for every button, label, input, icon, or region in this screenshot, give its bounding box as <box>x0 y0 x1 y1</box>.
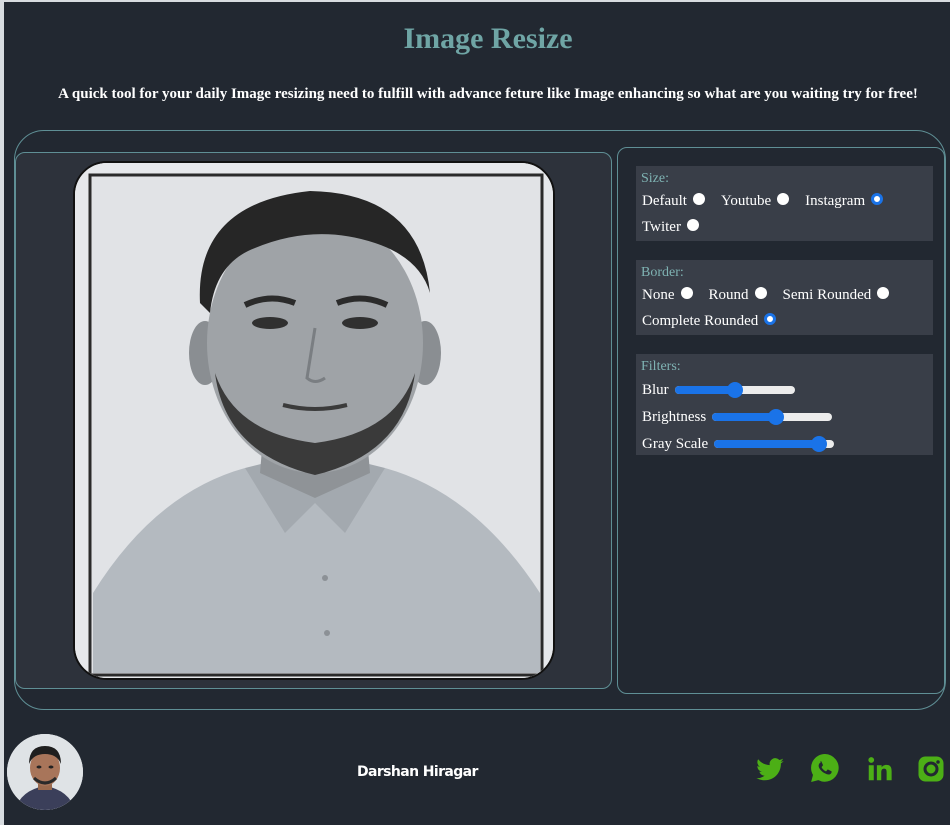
grayscale-slider[interactable] <box>714 436 835 452</box>
grayscale-label: Gray Scale <box>642 435 709 452</box>
size-option-twiter[interactable]: Twiter <box>642 217 699 237</box>
blur-label: Blur <box>642 381 669 398</box>
border-radio-round[interactable] <box>754 287 767 299</box>
border-radio-none[interactable] <box>680 287 693 299</box>
filters-group: Filters: Blur Brightness Gray Scale <box>636 354 933 455</box>
brightness-label: Brightness <box>642 408 707 425</box>
instagram-icon[interactable] <box>916 754 946 784</box>
border-options: None Round Semi Rounded Complete Rounded <box>642 285 927 337</box>
whatsapp-icon[interactable] <box>809 752 841 784</box>
blur-slider[interactable] <box>674 382 795 398</box>
grayscale-row: Gray Scale <box>642 432 927 456</box>
size-group: Size: Default Youtube Instagram Twiter <box>636 166 933 241</box>
border-label: Border: <box>641 265 684 280</box>
border-group: Border: None Round Semi Rounded Complete… <box>636 260 933 335</box>
blur-row: Blur <box>642 378 927 402</box>
avatar <box>7 734 83 810</box>
border-option-semi-rounded[interactable]: Semi Rounded <box>783 285 890 305</box>
size-options: Default Youtube Instagram Twiter <box>642 191 927 243</box>
page-title: Image Resize <box>403 22 573 55</box>
border-option-round[interactable]: Round <box>709 285 767 305</box>
brightness-slider[interactable] <box>712 409 833 425</box>
border-option-none[interactable]: None <box>642 285 693 305</box>
border-radio-complete-rounded[interactable] <box>764 313 777 325</box>
grayscale-slider-thumb[interactable] <box>810 436 827 452</box>
size-radio-default[interactable] <box>692 193 705 205</box>
size-radio-youtube[interactable] <box>777 193 790 205</box>
size-radio-instagram[interactable] <box>871 193 884 205</box>
portrait-photo <box>75 163 553 678</box>
linkedin-icon[interactable] <box>865 754 895 784</box>
filters-label: Filters: <box>641 359 681 374</box>
size-option-instagram[interactable]: Instagram <box>805 191 884 211</box>
size-option-youtube[interactable]: Youtube <box>721 191 790 211</box>
blur-slider-thumb[interactable] <box>726 382 743 398</box>
author-name: Darshan Hiragar <box>357 764 478 780</box>
size-option-default[interactable]: Default <box>642 191 705 211</box>
brightness-slider-thumb[interactable] <box>767 409 784 425</box>
preview-image <box>73 161 555 680</box>
size-radio-twiter[interactable] <box>686 219 699 231</box>
border-radio-semi-rounded[interactable] <box>877 287 890 299</box>
brightness-row: Brightness <box>642 405 927 429</box>
border-option-complete-rounded[interactable]: Complete Rounded <box>642 311 777 331</box>
size-label: Size: <box>641 171 669 186</box>
page-subtitle: A quick tool for your daily Image resizi… <box>58 86 918 102</box>
author-photo <box>7 734 83 810</box>
twitter-icon[interactable] <box>755 754 785 784</box>
